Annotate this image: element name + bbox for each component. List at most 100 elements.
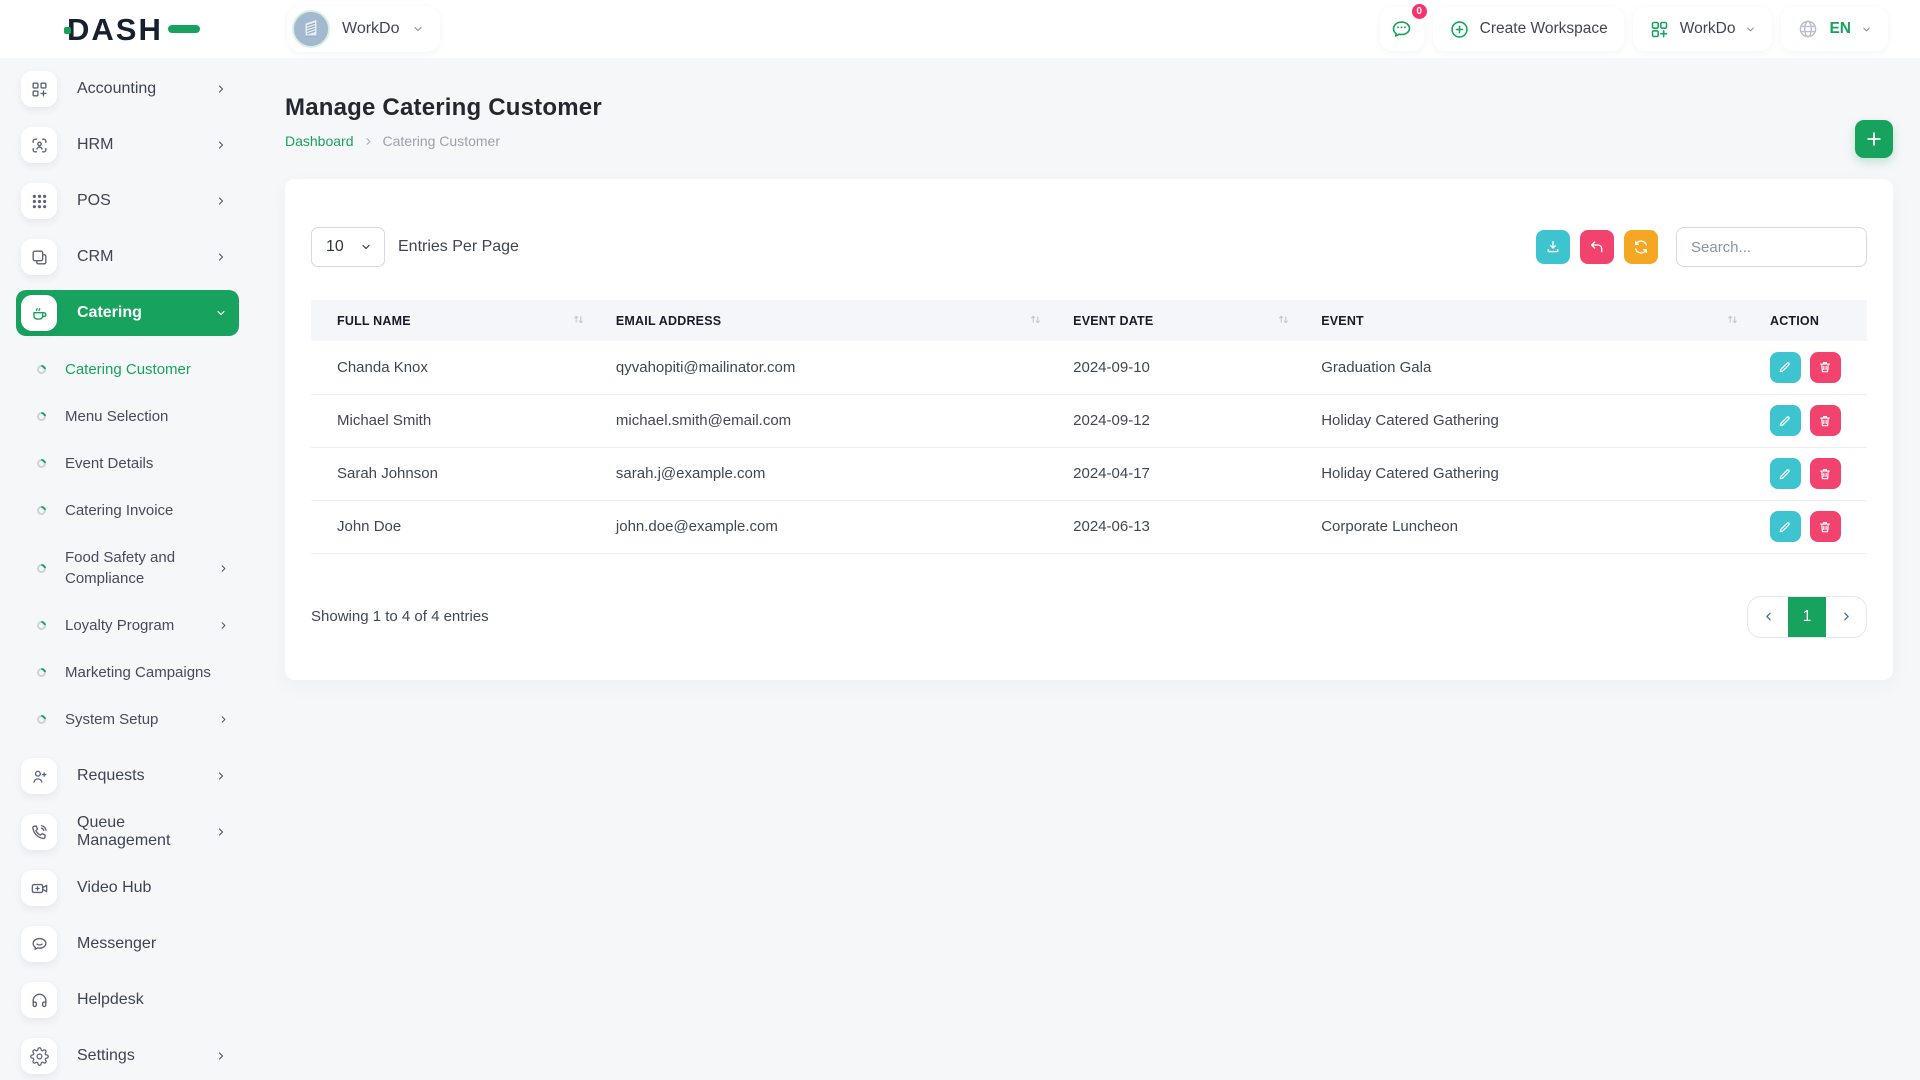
apps-menu-button[interactable]: WorkDo	[1633, 7, 1773, 51]
entries-per-page-select[interactable]: 10	[311, 227, 385, 267]
trash-icon	[1818, 467, 1832, 481]
column-header-email[interactable]: EMAIL ADDRESS	[590, 300, 1047, 341]
entries-per-page-label: Entries Per Page	[398, 238, 519, 256]
edit-button[interactable]	[1770, 511, 1801, 542]
sidebar-item-crm[interactable]: CRM	[16, 234, 239, 280]
user-plus-icon	[21, 758, 57, 794]
cell-event-date: 2024-06-13	[1047, 500, 1295, 553]
sidebar-item-pos[interactable]: POS	[16, 178, 239, 224]
sidebar: Accounting HRM	[0, 58, 255, 1080]
sidebar-item-marketing-campaigns[interactable]: Marketing Campaigns	[16, 649, 239, 696]
cell-event: Holiday Catered Gathering	[1295, 394, 1744, 447]
top-bar: DASH WorkDo	[0, 0, 1920, 58]
language-menu-button[interactable]: EN	[1781, 7, 1888, 51]
gear-icon	[21, 1038, 57, 1074]
trash-icon	[1818, 360, 1832, 374]
breadcrumb-dashboard-link[interactable]: Dashboard	[285, 133, 354, 149]
sidebar-item-loyalty-program[interactable]: Loyalty Program	[16, 602, 239, 649]
chevron-right-icon	[1840, 610, 1853, 623]
cell-full-name: Michael Smith	[311, 394, 590, 447]
bullet-icon	[35, 363, 48, 376]
pencil-icon	[1778, 360, 1792, 374]
edit-button[interactable]	[1770, 352, 1801, 383]
catering-submenu: Catering Customer Menu Selection Event D…	[16, 346, 239, 743]
breadcrumb-current: Catering Customer	[383, 133, 501, 149]
sidebar-item-system-setup[interactable]: System Setup	[16, 696, 239, 743]
app-logo[interactable]: DASH	[0, 14, 255, 45]
delete-button[interactable]	[1810, 405, 1841, 436]
bullet-icon	[35, 562, 48, 575]
workspace-switcher[interactable]: WorkDo	[287, 6, 440, 52]
cell-email: qyvahopiti@mailinator.com	[590, 341, 1047, 394]
refresh-icon	[1633, 239, 1649, 255]
workspace-name: WorkDo	[342, 20, 400, 38]
chevron-right-icon	[218, 620, 229, 631]
column-header-full-name[interactable]: FULL NAME	[311, 300, 590, 341]
globe-icon	[1797, 18, 1819, 40]
column-header-event-date[interactable]: EVENT DATE	[1047, 300, 1295, 341]
search-input[interactable]	[1676, 227, 1867, 267]
column-header-event[interactable]: EVENT	[1295, 300, 1744, 341]
sidebar-item-messenger[interactable]: Messenger	[16, 921, 239, 967]
cell-event: Graduation Gala	[1295, 341, 1744, 394]
page-title: Manage Catering Customer	[285, 94, 1893, 122]
sidebar-item-catering[interactable]: Catering	[16, 290, 239, 336]
refresh-button[interactable]	[1624, 230, 1658, 264]
edit-button[interactable]	[1770, 458, 1801, 489]
edit-button[interactable]	[1770, 405, 1801, 436]
cell-event-date: 2024-09-10	[1047, 341, 1295, 394]
accounting-icon	[21, 71, 57, 107]
breadcrumb: Dashboard Catering Customer	[285, 133, 1893, 149]
reset-button[interactable]	[1580, 230, 1614, 264]
chevron-right-icon	[215, 83, 227, 95]
logo-text: DASH	[67, 14, 163, 45]
entries-summary: Showing 1 to 4 of 4 entries	[311, 608, 489, 625]
crm-icon	[21, 239, 57, 275]
chat-bubble-icon	[21, 926, 57, 962]
chevron-down-icon	[1745, 24, 1756, 35]
cell-full-name: Chanda Knox	[311, 341, 590, 394]
create-workspace-label: Create Workspace	[1480, 20, 1608, 38]
pagination-prev-button[interactable]	[1748, 597, 1788, 637]
pagination-page-1[interactable]: 1	[1788, 597, 1826, 637]
sidebar-item-video-hub[interactable]: Video Hub	[16, 865, 239, 911]
delete-button[interactable]	[1810, 458, 1841, 489]
cell-event-date: 2024-04-17	[1047, 447, 1295, 500]
table-header-row: FULL NAME EMAIL ADDRESS EVENT DATE	[311, 300, 1867, 341]
sidebar-item-helpdesk[interactable]: Helpdesk	[16, 977, 239, 1023]
sidebar-item-menu-selection[interactable]: Menu Selection	[16, 393, 239, 440]
table-card: 10 Entries Per Page	[285, 179, 1893, 680]
add-customer-button[interactable]	[1855, 120, 1893, 158]
export-button[interactable]	[1536, 230, 1570, 264]
sort-icon	[573, 314, 584, 325]
delete-button[interactable]	[1810, 511, 1841, 542]
apps-grid-icon	[1649, 19, 1670, 40]
cell-email: sarah.j@example.com	[590, 447, 1047, 500]
sidebar-item-catering-invoice[interactable]: Catering Invoice	[16, 487, 239, 534]
pencil-icon	[1778, 467, 1792, 481]
sidebar-item-food-safety[interactable]: Food Safety and Compliance	[16, 534, 239, 602]
chevron-down-icon	[360, 241, 372, 253]
sidebar-item-accounting[interactable]: Accounting	[16, 66, 239, 112]
pos-icon	[21, 183, 57, 219]
column-header-action: ACTION	[1744, 300, 1867, 341]
bullet-icon	[35, 619, 48, 632]
sidebar-item-queue-management[interactable]: Queue Management	[16, 809, 239, 855]
delete-button[interactable]	[1810, 352, 1841, 383]
messages-badge: 0	[1410, 2, 1429, 21]
create-workspace-button[interactable]: Create Workspace	[1433, 7, 1624, 51]
chevron-right-icon	[215, 1050, 227, 1062]
plus-circle-icon	[1449, 19, 1470, 40]
sidebar-item-requests[interactable]: Requests	[16, 753, 239, 799]
chevron-right-icon	[218, 563, 229, 574]
sidebar-item-event-details[interactable]: Event Details	[16, 440, 239, 487]
cell-email: michael.smith@email.com	[590, 394, 1047, 447]
sidebar-item-hrm[interactable]: HRM	[16, 122, 239, 168]
pagination-next-button[interactable]	[1826, 597, 1866, 637]
messages-button[interactable]: 0	[1380, 7, 1424, 51]
chevron-left-icon	[1762, 610, 1775, 623]
sidebar-item-settings[interactable]: Settings	[16, 1033, 239, 1079]
table-row: Sarah Johnson sarah.j@example.com 2024-0…	[311, 447, 1867, 500]
sidebar-item-catering-customer[interactable]: Catering Customer	[16, 346, 239, 393]
cell-event: Corporate Luncheon	[1295, 500, 1744, 553]
